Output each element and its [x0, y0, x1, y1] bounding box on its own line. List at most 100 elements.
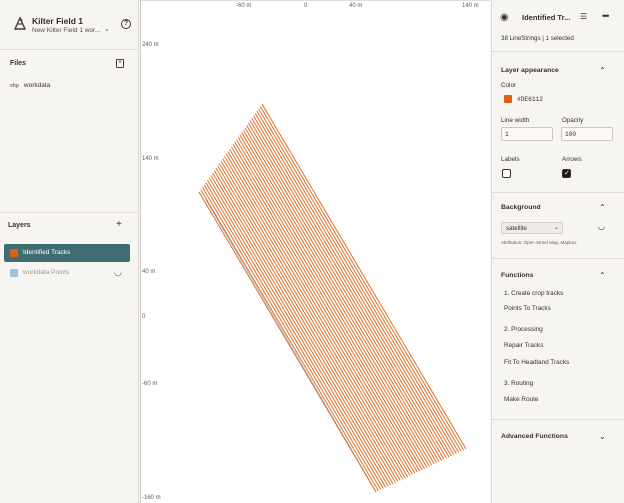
add-layer-icon[interactable]: +	[116, 219, 122, 230]
layer-label: workdata Points	[23, 269, 70, 276]
function-fit-to-headland-tracks[interactable]: Fit To Headland Tracks	[504, 359, 569, 366]
x-tick-label: -60 m	[236, 3, 251, 9]
background-select[interactable]: satellite ⌄	[501, 222, 563, 234]
function-group-heading: 1. Create crop tracks	[504, 290, 564, 297]
tracks-group	[198, 103, 467, 493]
chevron-down-icon: ⌄	[553, 225, 559, 231]
divider	[492, 419, 624, 420]
chevron-up-icon[interactable]: ⌃	[599, 203, 606, 212]
layer-color-swatch	[10, 249, 18, 257]
chevron-up-icon[interactable]: ⌃	[599, 271, 606, 280]
track-line[interactable]	[251, 118, 452, 457]
color-swatch[interactable]	[504, 95, 512, 103]
layer-item-workdata-points[interactable]: workdata Points ◡	[4, 266, 130, 280]
panel-header: ◉ Identified Tr... ☰ ••• 38 LineStrings …	[492, 0, 624, 52]
track-line[interactable]	[215, 167, 401, 481]
file-name: workdata	[23, 82, 51, 89]
list-icon[interactable]: ☰	[580, 12, 587, 21]
function-points-to-tracks[interactable]: Points To Tracks	[504, 305, 551, 312]
x-tick-label: 40 m	[349, 3, 362, 9]
track-line[interactable]	[227, 151, 418, 473]
arrows-label: Arrows	[562, 156, 582, 163]
x-tick-label: 140 m	[462, 3, 479, 9]
map-attribution: Attribution: Open Street Map, Mapbox	[501, 240, 577, 245]
track-line[interactable]	[248, 122, 447, 459]
advanced-functions-title[interactable]: Advanced Functions	[501, 433, 568, 440]
color-value[interactable]: #DE6112	[517, 96, 543, 103]
divider	[492, 258, 624, 259]
y-tick-label: 140 m	[142, 156, 159, 162]
y-tick-label: 40 m	[142, 269, 155, 275]
divider	[492, 192, 624, 193]
functions-title: Functions	[501, 272, 534, 279]
track-line[interactable]	[253, 115, 455, 456]
track-line[interactable]	[205, 182, 387, 488]
app-header: Kilter Field 1 New Kilter Field 1 wor...…	[0, 0, 139, 50]
track-line[interactable]	[254, 113, 457, 454]
function-group-heading: 3. Routing	[504, 380, 534, 387]
background-title: Background	[501, 204, 541, 211]
chevron-up-icon[interactable]: ⌃	[599, 66, 606, 75]
y-tick-label: -60 m	[142, 381, 157, 387]
chevron-down-icon[interactable]: ⌄	[599, 432, 606, 441]
track-line[interactable]	[234, 141, 428, 468]
function-group-heading: 2. Processing	[504, 326, 543, 333]
visibility-eye-icon[interactable]: ◉	[500, 12, 509, 23]
layer-item-identified-tracks[interactable]: Identified Tracks	[4, 244, 130, 262]
opacity-input[interactable]: 100	[561, 127, 613, 141]
left-sidebar: Kilter Field 1 New Kilter Field 1 wor...…	[0, 0, 139, 503]
track-line[interactable]	[237, 137, 433, 466]
layer-label: Identified Tracks	[23, 249, 71, 256]
color-label: Color	[501, 82, 517, 89]
right-panel: ◉ Identified Tr... ☰ ••• 38 LineStrings …	[491, 0, 624, 503]
track-line[interactable]	[213, 170, 399, 482]
file-item[interactable]: shp workdata	[10, 82, 50, 89]
track-line[interactable]	[208, 177, 391, 486]
track-line[interactable]	[225, 153, 416, 474]
hidden-eye-icon[interactable]: ◡	[114, 267, 122, 278]
background-options-icon[interactable]: ◡	[598, 222, 605, 231]
workspace-selector[interactable]: New Kilter Field 1 wor...	[32, 27, 100, 34]
opacity-label: Opacity	[562, 117, 584, 124]
line-width-input[interactable]: 1	[501, 127, 553, 141]
chevron-down-icon[interactable]: ⌄	[104, 25, 110, 33]
track-line[interactable]	[212, 172, 396, 483]
track-line[interactable]	[210, 175, 394, 485]
labels-label: Labels	[501, 156, 520, 163]
track-line[interactable]	[217, 165, 404, 480]
x-tick-label: 0	[304, 3, 308, 9]
track-line[interactable]	[246, 125, 445, 460]
x-axis-ticks: -60 m 0 40 m 140 m	[236, 3, 479, 9]
layer-appearance-title: Layer appearance	[501, 67, 559, 74]
function-make-route[interactable]: Make Route	[504, 396, 538, 403]
line-width-label: Line width	[501, 117, 530, 124]
track-line[interactable]	[207, 179, 389, 487]
track-line[interactable]	[231, 146, 423, 471]
files-section-title: Files	[10, 60, 26, 67]
help-icon[interactable]: ?	[121, 19, 131, 29]
y-axis-ticks: 240 m 140 m 40 m 0 -60 m -160 m	[142, 42, 161, 501]
app-title: Kilter Field 1	[32, 16, 84, 26]
y-tick-label: -160 m	[142, 495, 161, 501]
panel-title: Identified Tr...	[522, 13, 571, 22]
layer-summary: 38 LineStrings | 1 selected	[501, 35, 574, 42]
more-options-icon[interactable]: •••	[602, 11, 610, 21]
arrows-checkbox[interactable]	[562, 169, 571, 178]
map-svg[interactable]: -60 m 0 40 m 140 m 240 m 140 m 40 m 0 -6…	[140, 0, 490, 503]
map-canvas[interactable]: -60 m 0 40 m 140 m 240 m 140 m 40 m 0 -6…	[140, 0, 490, 503]
y-tick-label: 0	[142, 314, 146, 320]
track-line[interactable]	[258, 108, 462, 452]
track-line[interactable]	[249, 120, 450, 458]
layer-color-swatch	[10, 269, 18, 277]
divider	[0, 212, 139, 213]
app-logo-icon	[13, 16, 27, 30]
shapefile-icon: shp	[10, 82, 19, 89]
track-line[interactable]	[256, 110, 460, 453]
background-select-value: satellite	[506, 225, 527, 232]
layers-section-title: Layers	[8, 222, 31, 229]
track-line[interactable]	[232, 144, 425, 470]
labels-checkbox[interactable]	[502, 169, 511, 178]
add-file-icon[interactable]: +	[116, 59, 124, 68]
function-repair-tracks[interactable]: Repair Tracks	[504, 342, 543, 349]
track-line[interactable]	[229, 148, 421, 472]
